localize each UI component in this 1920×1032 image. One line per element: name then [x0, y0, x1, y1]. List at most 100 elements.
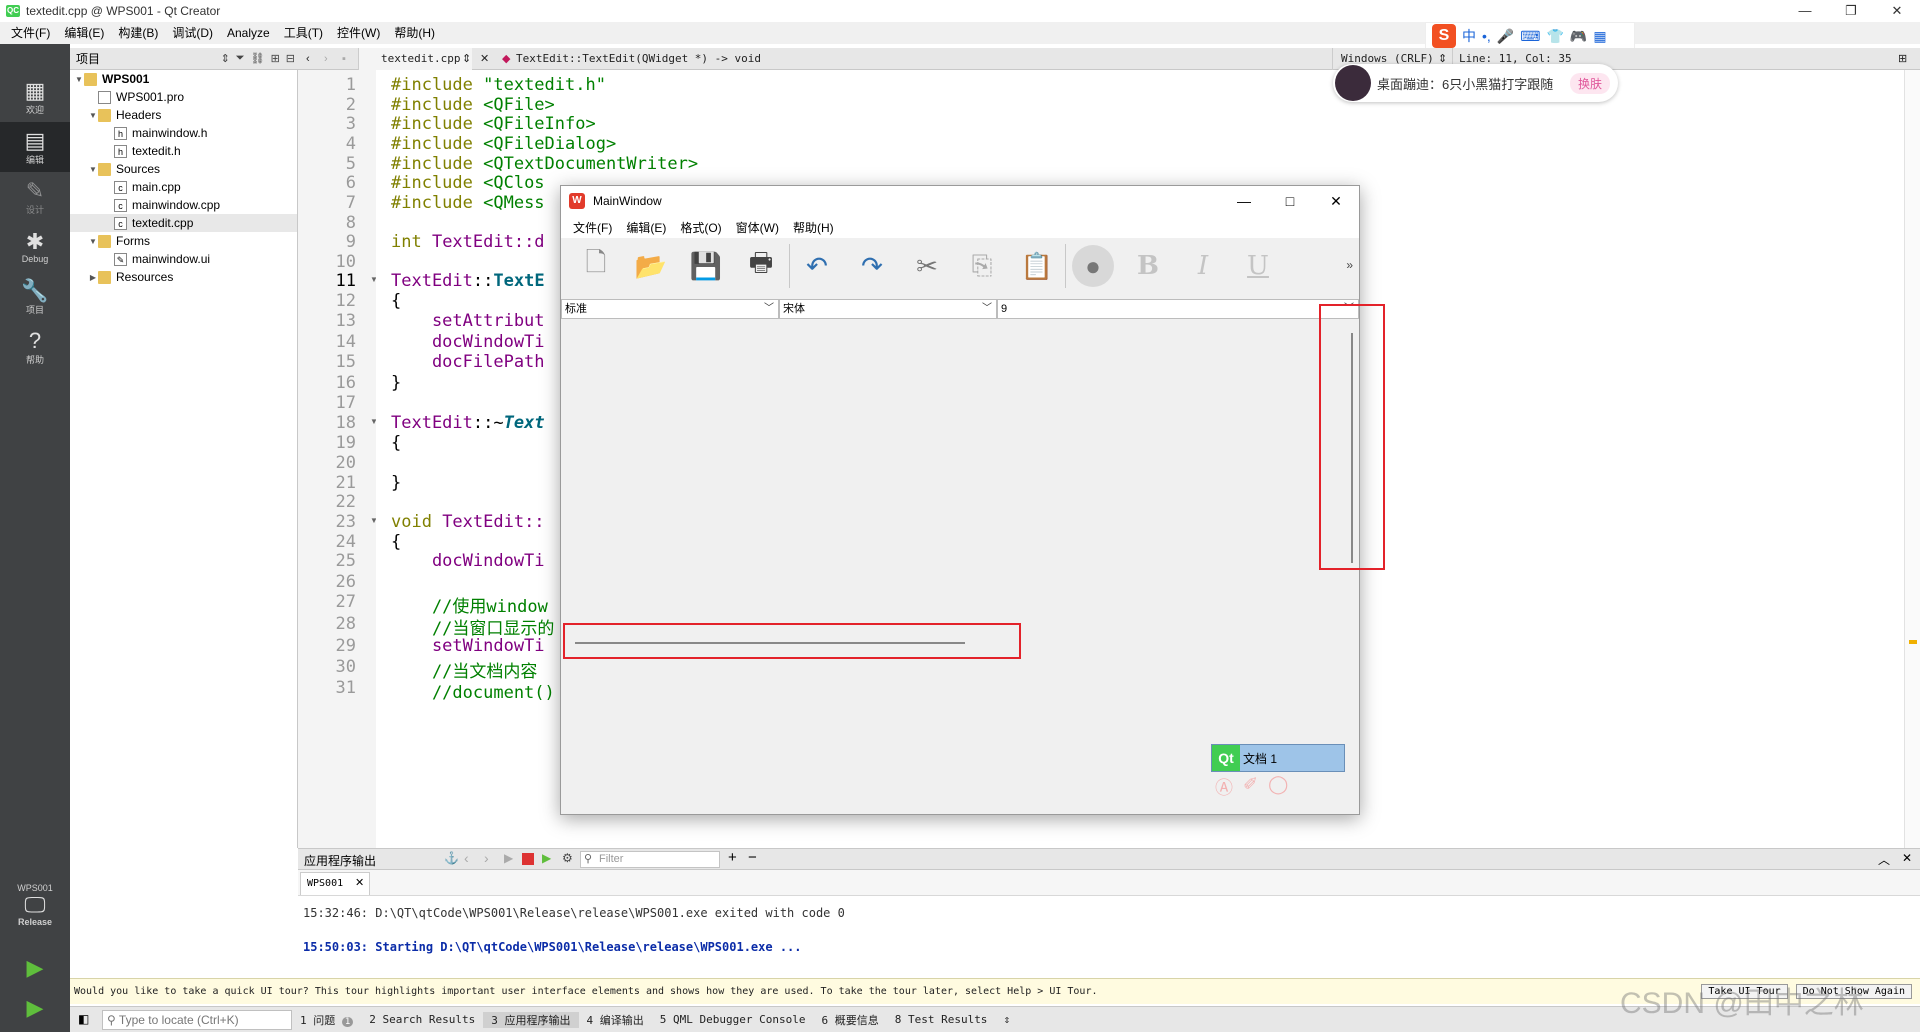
filter-icon[interactable]: ⏷: [233, 52, 248, 65]
mw-menu-format[interactable]: 格式(O): [673, 219, 728, 236]
print-icon[interactable]: 🖶: [740, 245, 782, 287]
mode-design[interactable]: ✎ 设计: [0, 172, 70, 222]
tree-folder-sources[interactable]: ▼ Sources: [88, 160, 160, 178]
mw-menu-edit[interactable]: 编辑(E): [619, 219, 673, 236]
ime-menu-icon[interactable]: ▦: [1593, 28, 1606, 45]
tree-file-textedit-h[interactable]: h textedit.h: [114, 142, 181, 160]
next-icon[interactable]: ›: [484, 850, 489, 866]
run-button[interactable]: ▶: [0, 948, 70, 988]
save-icon[interactable]: 💾: [685, 245, 727, 287]
toggle-sidebar-icon[interactable]: ◧: [78, 1012, 89, 1026]
mode-debug[interactable]: ✱ Debug: [0, 222, 70, 272]
mainwindow-minimize-button[interactable]: —: [1221, 193, 1267, 209]
style-combo[interactable]: 标准 ﹀: [561, 299, 779, 319]
menu-edit[interactable]: 编辑(E): [57, 22, 111, 44]
ime-game-icon[interactable]: 🎮: [1570, 28, 1587, 45]
bold-icon[interactable]: B: [1127, 245, 1169, 287]
mainwindow-close-button[interactable]: ✕: [1313, 193, 1359, 210]
tree-folder-forms[interactable]: ▼ Forms: [88, 232, 150, 250]
output-text[interactable]: 15:32:46: D:\QT\qtCode\WPS001\Release\re…: [298, 896, 1904, 976]
zoom-in-icon[interactable]: +: [728, 849, 737, 866]
ime-punctuation-icon[interactable]: •,: [1482, 28, 1491, 44]
mode-welcome[interactable]: ▦ 欢迎: [0, 72, 70, 122]
menu-analyze[interactable]: Analyze: [220, 22, 277, 44]
ime-notification[interactable]: 桌面蹦迪：6只小黑猫打字跟随 换肤: [1333, 64, 1618, 102]
ime-search-icon[interactable]: ◯: [1268, 774, 1288, 798]
pane-more-icon[interactable]: ⇕: [995, 1013, 1018, 1026]
mdi-area[interactable]: [561, 320, 1359, 814]
italic-icon[interactable]: I: [1182, 245, 1224, 287]
tree-folder-resources[interactable]: ▶ Resources: [88, 268, 173, 286]
symbol-combo[interactable]: TextEdit::TextEdit(QWidget *) -> void: [516, 48, 761, 70]
ime-skin-icon[interactable]: 👕: [1546, 28, 1563, 45]
new-icon[interactable]: 🗋: [575, 245, 617, 287]
mode-projects[interactable]: 🔧 项目: [0, 272, 70, 322]
sogou-logo-icon[interactable]: S: [1432, 24, 1456, 48]
open-document-combo[interactable]: textedit.cpp: [358, 48, 472, 70]
copy-icon[interactable]: ⎘: [961, 245, 1003, 287]
open-icon[interactable]: 📂: [630, 245, 672, 287]
menu-file[interactable]: 文件(F): [4, 22, 57, 44]
color-icon[interactable]: ●: [1072, 245, 1114, 287]
menu-help[interactable]: 帮助(H): [387, 22, 442, 44]
pane-app-output[interactable]: 3 应用程序输出: [483, 1011, 579, 1028]
close-pane-icon[interactable]: ✕: [1902, 851, 1912, 865]
redo-icon[interactable]: ↷: [851, 245, 893, 287]
expanded-arrow-icon[interactable]: ▼: [88, 237, 98, 246]
toolbar-more-icon[interactable]: »: [1346, 258, 1353, 272]
menu-debug[interactable]: 调试(D): [165, 22, 220, 44]
ime-keyboard-icon[interactable]: ⌨: [1520, 28, 1540, 45]
mw-menu-file[interactable]: 文件(F): [566, 219, 619, 236]
mainwindow-maximize-button[interactable]: □: [1267, 193, 1313, 209]
tree-folder-headers[interactable]: ▼ Headers: [88, 106, 161, 124]
rerun-icon[interactable]: ▶: [504, 851, 513, 865]
nav-back-icon[interactable]: ‹: [306, 48, 310, 70]
tree-file-pro[interactable]: WPS001.pro: [98, 88, 184, 106]
tree-file-mainwindow-cpp[interactable]: c mainwindow.cpp: [114, 196, 220, 214]
change-skin-button[interactable]: 换肤: [1569, 72, 1610, 94]
prev-icon[interactable]: ‹: [464, 850, 469, 866]
link-icon[interactable]: ⛓: [248, 52, 268, 65]
view-selector-icon[interactable]: ⇕: [218, 52, 233, 65]
pane-search-results[interactable]: 2 Search Results: [361, 1013, 483, 1026]
collapsed-arrow-icon[interactable]: ▶: [88, 273, 98, 282]
debug-attach-icon[interactable]: ▶: [542, 851, 551, 865]
kit-selector[interactable]: WPS001 🖵 Release: [0, 870, 70, 940]
close-document-icon[interactable]: ✕: [480, 48, 489, 70]
ime-wand-icon[interactable]: ✐: [1243, 774, 1258, 798]
undo-icon[interactable]: ↶: [796, 245, 838, 287]
combo-arrow-icon[interactable]: ⇕: [462, 48, 471, 70]
mw-menu-help[interactable]: 帮助(H): [786, 219, 841, 236]
paste-icon[interactable]: 📋: [1016, 245, 1058, 287]
stop-icon[interactable]: [522, 853, 534, 865]
pane-issues[interactable]: 1 问题 1: [292, 1012, 361, 1028]
zoom-out-icon[interactable]: −: [748, 849, 757, 866]
ime-chinese-mode[interactable]: 中: [1462, 26, 1476, 46]
pane-test-results[interactable]: 8 Test Results: [887, 1013, 996, 1026]
cut-icon[interactable]: ✂: [906, 245, 948, 287]
output-tab-wps001[interactable]: WPS001 ✕: [300, 872, 370, 895]
close-tab-icon[interactable]: ✕: [355, 876, 364, 889]
nav-forward-icon[interactable]: ›: [324, 48, 328, 70]
underline-icon[interactable]: U: [1237, 245, 1279, 287]
split-editor-icon[interactable]: ⊞: [1898, 48, 1907, 70]
split-icon[interactable]: ⊞: [268, 52, 283, 65]
tree-file-mainwindow-h[interactable]: h mainwindow.h: [114, 124, 207, 142]
pane-compile-output[interactable]: 4 编译输出: [579, 1012, 652, 1028]
build-button[interactable]: 🔨: [0, 1028, 70, 1032]
editor-scrollbar[interactable]: [1904, 70, 1920, 848]
tree-file-main-cpp[interactable]: c main.cpp: [114, 178, 181, 196]
tree-file-textedit-cpp[interactable]: c textedit.cpp: [70, 214, 297, 232]
expanded-arrow-icon[interactable]: ▼: [88, 111, 98, 120]
maximize-button[interactable]: ❐: [1828, 0, 1874, 22]
menu-build[interactable]: 构建(B): [111, 22, 165, 44]
menu-widgets[interactable]: 控件(W): [330, 22, 387, 44]
ime-voice-icon[interactable]: 🎤: [1497, 28, 1514, 45]
debug-run-button[interactable]: ▶: [0, 988, 70, 1028]
minimize-button[interactable]: —: [1782, 0, 1828, 22]
size-combo[interactable]: 9 ﹀: [997, 299, 1359, 319]
maximize-pane-icon[interactable]: ︿: [1878, 851, 1890, 868]
pane-general-messages[interactable]: 6 概要信息: [813, 1012, 886, 1028]
expanded-arrow-icon[interactable]: ▼: [74, 75, 84, 84]
locator-input[interactable]: ⚲ Type to locate (Ctrl+K): [102, 1009, 292, 1030]
